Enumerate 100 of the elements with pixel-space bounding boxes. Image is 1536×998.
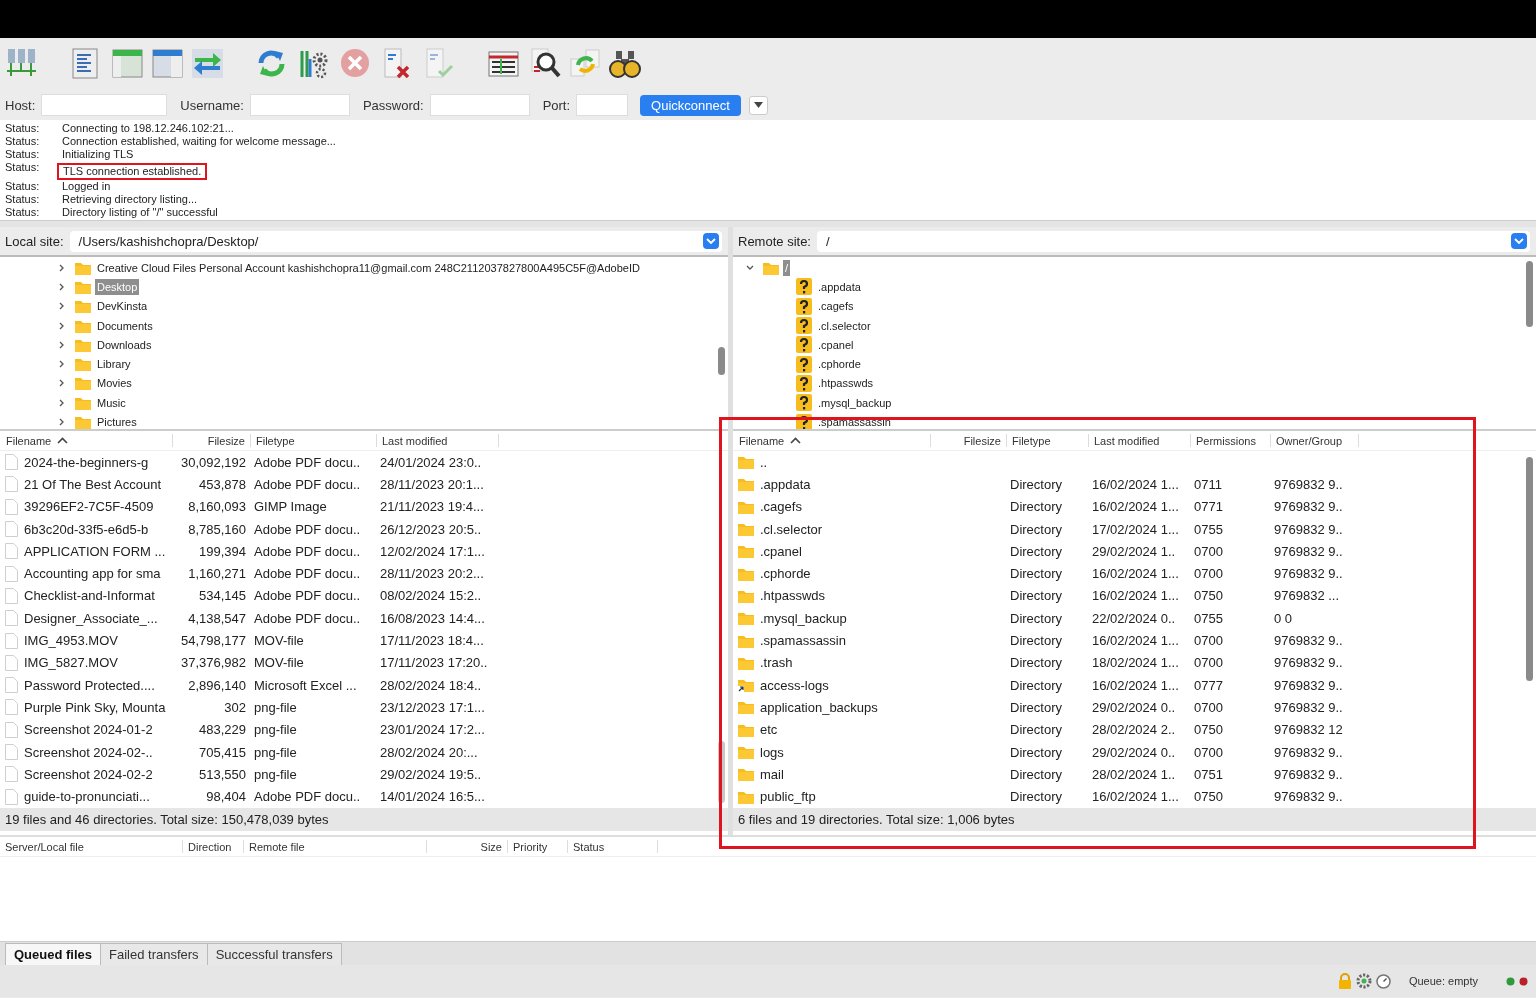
question-icon: [796, 374, 812, 392]
column-header[interactable]: Filetype: [251, 434, 377, 447]
dropdown-button[interactable]: [748, 95, 768, 115]
column-header[interactable]: Filetype: [1007, 434, 1089, 447]
tree-item[interactable]: .appdata: [816, 278, 863, 295]
column-header[interactable]: Size: [427, 840, 508, 853]
chevron-right-icon[interactable]: [58, 321, 66, 330]
table-cell-text: 37,376,982: [179, 655, 247, 671]
tree-item[interactable]: DevKinsta: [95, 298, 150, 315]
log-message: Retrieving directory listing...: [62, 193, 198, 206]
folder-icon: [738, 745, 754, 759]
gauge-icon[interactable]: [1375, 973, 1391, 989]
table-cell-text: Directory: [1009, 655, 1063, 671]
caret-down-icon: [753, 102, 763, 108]
gear-icon[interactable]: [1355, 973, 1372, 989]
chevron-right-icon[interactable]: [58, 282, 66, 291]
chevron-down-icon[interactable]: [746, 263, 754, 272]
tab[interactable]: Failed transfers: [100, 943, 208, 965]
table-cell-text: 24/01/2024 23:0..: [379, 454, 483, 470]
table-cell-text: Directory: [1009, 744, 1063, 760]
column-header[interactable]: Server/Local file: [0, 840, 183, 853]
table-cell-text: 8,785,160: [187, 521, 247, 537]
chevron-right-icon[interactable]: [58, 379, 66, 388]
file-name: Screenshot 2024-02-..: [24, 744, 153, 760]
column-header[interactable]: Filesize: [931, 434, 1007, 447]
input-field[interactable]: [41, 94, 168, 116]
path-field[interactable]: /: [817, 230, 1530, 252]
table-cell-text: 0700: [1193, 633, 1224, 648]
column-header[interactable]: Last modified: [1089, 434, 1191, 447]
column-header[interactable]: Priority: [508, 840, 568, 853]
tree-item[interactable]: .cpanel: [816, 336, 856, 353]
chevron-right-icon[interactable]: [58, 302, 66, 311]
column-header[interactable]: Direction: [183, 840, 244, 853]
table-cell-text: MOV-file: [253, 633, 305, 648]
table-cell-text: 16/02/2024 1...: [1091, 566, 1180, 582]
column-header[interactable]: Permissions: [1191, 434, 1271, 447]
file-name: .cagefs: [760, 499, 802, 515]
folder-link-icon: [738, 678, 754, 693]
table-cell-text: Directory: [1009, 699, 1063, 715]
column-header[interactable]: Filesize: [173, 434, 251, 447]
arrows-icon[interactable]: [191, 47, 225, 81]
table-cell-text: 29/02/2024 0..: [1091, 699, 1177, 715]
column-header[interactable]: Last modified: [377, 434, 499, 447]
table-cell-text: Directory: [1009, 677, 1063, 693]
table-cell-text: MOV-file: [253, 655, 305, 671]
file-name: Screenshot 2024-01-2: [24, 722, 153, 738]
input-field[interactable]: [249, 94, 350, 116]
column-header[interactable]: Filename: [1, 434, 173, 447]
folder-icon: [738, 477, 754, 492]
tree-item[interactable]: Movies: [95, 375, 134, 392]
table-cell-text: 199,394: [198, 543, 247, 559]
tree-item[interactable]: .cl.selector: [816, 317, 873, 334]
tree-item[interactable]: Downloads: [95, 336, 154, 353]
tree-item[interactable]: .mysql_backup: [816, 394, 894, 411]
window-icon[interactable]: [151, 47, 185, 81]
input-field[interactable]: [429, 94, 530, 116]
window-icon[interactable]: [111, 47, 145, 81]
column-header[interactable]: Filename: [734, 434, 931, 447]
tree-item[interactable]: .cphorde: [816, 356, 863, 373]
table-cell-text: 26/12/2023 20:5..: [379, 521, 483, 537]
column-header[interactable]: Status: [568, 840, 658, 853]
table-cell-text: 9769832 9..: [1273, 476, 1344, 492]
scrollbar-thumb[interactable]: [718, 347, 725, 375]
table-cell-text: 9769832 ...: [1273, 588, 1341, 604]
tree-item[interactable]: Creative Cloud Files Personal Account kashishchopra11@gmail.com 248C2112037827800A495C5F@AdobeID: [95, 259, 642, 276]
folder-icon: [738, 722, 754, 737]
chevron-right-icon[interactable]: [58, 263, 66, 272]
table-cell-text: 705,415: [198, 744, 247, 760]
column-header[interactable]: Owner/Group: [1271, 434, 1359, 447]
chevron-right-icon[interactable]: [58, 398, 66, 407]
path-field[interactable]: /Users/kashishchopra/Desktop/: [69, 230, 722, 252]
tree-item[interactable]: .cagefs: [816, 298, 856, 315]
question-icon: [796, 317, 812, 335]
scrollbar-thumb[interactable]: [1526, 261, 1533, 327]
file-name: guide-to-pronunciati...: [24, 789, 150, 805]
chevron-right-icon[interactable]: [58, 360, 66, 369]
log-label: Status:: [5, 193, 41, 206]
tree-item[interactable]: .htpasswds: [816, 375, 876, 392]
column-header[interactable]: Remote file: [244, 840, 427, 853]
file-name: IMG_5827.MOV: [24, 655, 118, 671]
tree-item[interactable]: Music: [95, 394, 128, 411]
queue-status: Queue: empty: [1408, 975, 1478, 987]
scrollbar-thumb[interactable]: [1526, 457, 1533, 681]
chevron-right-icon[interactable]: [58, 340, 66, 349]
quickconnect-button[interactable]: Quickconnect: [640, 94, 741, 116]
table-cell-text: 28/02/2024 20:...: [379, 744, 479, 760]
table-cell-text: 16/02/2024 1...: [1091, 499, 1180, 515]
log-label: Status:: [5, 206, 41, 219]
folder-icon: [738, 611, 754, 626]
tree-item[interactable]: Documents: [95, 317, 155, 334]
chevron-right-icon[interactable]: [58, 418, 66, 426]
tree-item[interactable]: .spamassassin: [816, 414, 893, 429]
tree-item[interactable]: Library: [95, 356, 133, 373]
table-cell-text: Adobe PDF docu..: [253, 566, 362, 582]
tab[interactable]: Queued files: [5, 943, 102, 965]
file-icon: [5, 632, 18, 649]
file-name: .cl.selector: [760, 521, 823, 537]
tree-item[interactable]: Pictures: [95, 414, 139, 429]
tab[interactable]: Successful transfers: [206, 943, 342, 965]
input-field[interactable]: [576, 94, 629, 116]
